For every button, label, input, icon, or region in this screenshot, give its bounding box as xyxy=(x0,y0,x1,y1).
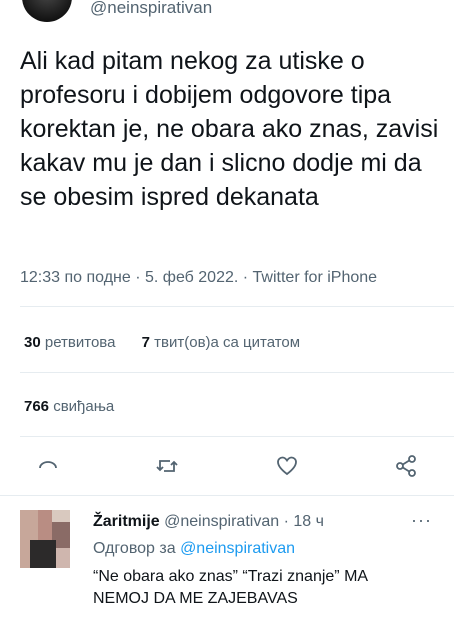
reply-tweet[interactable]: Žaritmije @neinspirativan · 18 ч ··· Одг… xyxy=(0,500,454,627)
likes-stat[interactable]: 766 свиђања xyxy=(24,398,114,415)
reply-timestamp[interactable]: · 18 ч xyxy=(284,513,324,530)
stats-row-likes: 766 свиђања xyxy=(24,398,114,415)
share-button[interactable] xyxy=(388,448,424,484)
divider xyxy=(0,495,454,496)
tweet-text: Ali kad pitam nekog za utiske o profesor… xyxy=(20,47,439,211)
likes-label: свиђања xyxy=(53,398,115,415)
like-icon xyxy=(276,456,297,476)
more-options-icon[interactable]: ··· xyxy=(411,510,432,531)
reply-button[interactable] xyxy=(30,448,66,484)
divider xyxy=(20,372,454,373)
reply-header: Žaritmije @neinspirativan · 18 ч xyxy=(93,513,324,531)
quotes-count: 7 xyxy=(141,334,150,351)
replying-to-label: Одговор за xyxy=(93,540,176,557)
divider xyxy=(20,436,454,437)
divider xyxy=(20,306,454,307)
quotes-label: твит(ов)а са цитатом xyxy=(154,334,301,351)
retweets-stat[interactable]: 30 ретвитова xyxy=(24,334,115,351)
replying-to: Одговор за @neinspirativan xyxy=(93,540,295,558)
reply-author-handle[interactable]: @neinspirativan xyxy=(164,513,279,530)
like-button[interactable] xyxy=(269,448,305,484)
retweet-button[interactable] xyxy=(149,448,185,484)
reply-icon xyxy=(39,461,57,469)
reply-avatar[interactable] xyxy=(20,510,70,568)
retweet-icon xyxy=(156,460,178,472)
replying-to-handle[interactable]: @neinspirativan xyxy=(180,540,295,557)
quotes-stat[interactable]: 7 твит(ов)а са цитатом xyxy=(142,334,300,351)
share-icon xyxy=(396,455,416,477)
tweet-meta: 12:33 по подне · 5. феб 2022. · Twitter … xyxy=(20,269,378,286)
retweets-count: 30 xyxy=(24,334,41,351)
reply-text: “Ne obara ako znas” “Trazi znanje” MA NE… xyxy=(93,568,368,607)
reply-author-name[interactable]: Žaritmije xyxy=(93,513,160,530)
retweets-label: ретвитова xyxy=(44,334,116,351)
author-avatar[interactable] xyxy=(22,0,72,22)
author-handle[interactable]: @neinspirativan xyxy=(90,0,212,18)
action-bar xyxy=(30,448,424,484)
likes-count: 766 xyxy=(24,398,50,415)
stats-row-retweets: 30 ретвитова 7 твит(ов)а са цитатом xyxy=(24,334,300,351)
